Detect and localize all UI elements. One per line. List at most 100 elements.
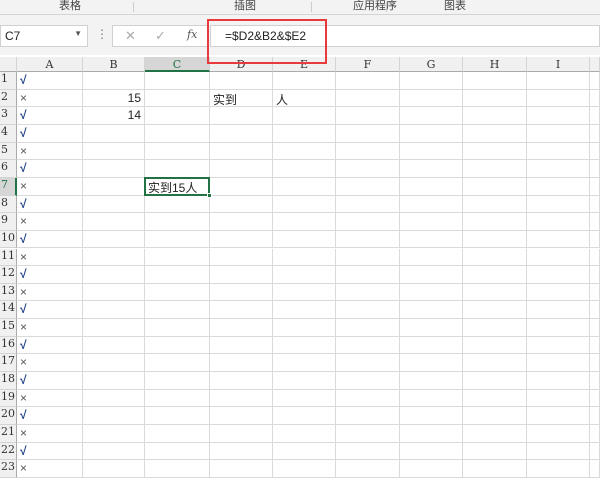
cell-E14[interactable]: [273, 301, 336, 320]
cell-H19[interactable]: [463, 389, 527, 408]
column-header-B[interactable]: B: [83, 57, 145, 72]
cell-G16[interactable]: [400, 336, 463, 355]
cell-F10[interactable]: [336, 230, 400, 249]
cell-H3[interactable]: [463, 107, 527, 125]
cell-partial[interactable]: [590, 160, 600, 178]
cell-E8[interactable]: [273, 195, 336, 214]
cell-I17[interactable]: [527, 354, 590, 373]
cell-D3[interactable]: [210, 107, 273, 125]
cell-H4[interactable]: [463, 124, 527, 143]
cell-B20[interactable]: [83, 407, 145, 425]
cancel-icon[interactable]: ✕: [125, 28, 136, 44]
enter-icon[interactable]: ✓: [155, 28, 166, 44]
cell-E13[interactable]: [273, 283, 336, 302]
cell-E23[interactable]: [273, 460, 336, 478]
cell-partial[interactable]: [590, 372, 600, 390]
cell-A11[interactable]: ×: [17, 248, 83, 267]
cell-E4[interactable]: [273, 124, 336, 143]
cell-H1[interactable]: [463, 72, 527, 90]
cell-H21[interactable]: [463, 425, 527, 443]
cell-B5[interactable]: [83, 142, 145, 161]
cell-H16[interactable]: [463, 336, 527, 355]
row-header-5[interactable]: 5: [0, 142, 17, 161]
cell-F7[interactable]: [336, 177, 400, 196]
row-header-18[interactable]: 18: [0, 372, 17, 390]
cell-C9[interactable]: [145, 213, 210, 231]
cell-D22[interactable]: [210, 442, 273, 461]
cell-partial[interactable]: [590, 213, 600, 231]
cell-G20[interactable]: [400, 407, 463, 425]
cell-G22[interactable]: [400, 442, 463, 461]
cell-I9[interactable]: [527, 213, 590, 231]
cell-D20[interactable]: [210, 407, 273, 425]
cell-I13[interactable]: [527, 283, 590, 302]
select-all-corner[interactable]: [0, 57, 17, 72]
cell-B13[interactable]: [83, 283, 145, 302]
cell-F22[interactable]: [336, 442, 400, 461]
cell-B4[interactable]: [83, 124, 145, 143]
cell-F18[interactable]: [336, 372, 400, 390]
cell-C1[interactable]: [145, 72, 210, 90]
column-header-C[interactable]: C: [145, 57, 210, 72]
cell-E18[interactable]: [273, 372, 336, 390]
cell-B18[interactable]: [83, 372, 145, 390]
cell-F21[interactable]: [336, 425, 400, 443]
cell-G14[interactable]: [400, 301, 463, 320]
cell-partial[interactable]: [590, 266, 600, 284]
cell-partial[interactable]: [590, 407, 600, 425]
cell-H11[interactable]: [463, 248, 527, 267]
cell-C13[interactable]: [145, 283, 210, 302]
cell-I18[interactable]: [527, 372, 590, 390]
cell-F11[interactable]: [336, 248, 400, 267]
chevron-down-icon[interactable]: ▼: [74, 29, 82, 38]
cell-I19[interactable]: [527, 389, 590, 408]
cell-F5[interactable]: [336, 142, 400, 161]
row-header-11[interactable]: 11: [0, 248, 17, 267]
cell-I1[interactable]: [527, 72, 590, 90]
cell-I23[interactable]: [527, 460, 590, 478]
cell-C19[interactable]: [145, 389, 210, 408]
column-header-H[interactable]: H: [463, 57, 527, 72]
cell-D21[interactable]: [210, 425, 273, 443]
cell-A3[interactable]: √: [17, 107, 83, 125]
cell-G8[interactable]: [400, 195, 463, 214]
cell-E11[interactable]: [273, 248, 336, 267]
cell-I2[interactable]: [527, 89, 590, 108]
row-header-6[interactable]: 6: [0, 160, 17, 178]
cell-A15[interactable]: ×: [17, 319, 83, 337]
cell-F12[interactable]: [336, 266, 400, 284]
cell-D15[interactable]: [210, 319, 273, 337]
row-header-23[interactable]: 23: [0, 460, 17, 478]
cell-B11[interactable]: [83, 248, 145, 267]
cell-C16[interactable]: [145, 336, 210, 355]
cell-A1[interactable]: √: [17, 72, 83, 90]
cell-D14[interactable]: [210, 301, 273, 320]
cell-F17[interactable]: [336, 354, 400, 373]
cell-H23[interactable]: [463, 460, 527, 478]
cell-C10[interactable]: [145, 230, 210, 249]
cell-D9[interactable]: [210, 213, 273, 231]
cell-partial[interactable]: [590, 72, 600, 90]
cell-G18[interactable]: [400, 372, 463, 390]
cell-C18[interactable]: [145, 372, 210, 390]
cell-A4[interactable]: √: [17, 124, 83, 143]
more-options-icon[interactable]: ⋮: [96, 27, 108, 41]
column-header-I[interactable]: I: [527, 57, 590, 72]
cell-B3[interactable]: 14: [83, 107, 145, 125]
cell-C5[interactable]: [145, 142, 210, 161]
cell-H5[interactable]: [463, 142, 527, 161]
cell-partial[interactable]: [590, 89, 600, 108]
cell-E5[interactable]: [273, 142, 336, 161]
row-header-13[interactable]: 13: [0, 283, 17, 302]
cell-B14[interactable]: [83, 301, 145, 320]
cell-H6[interactable]: [463, 160, 527, 178]
row-header-21[interactable]: 21: [0, 425, 17, 443]
row-header-10[interactable]: 10: [0, 230, 17, 249]
cell-F3[interactable]: [336, 107, 400, 125]
cell-F9[interactable]: [336, 213, 400, 231]
cell-C21[interactable]: [145, 425, 210, 443]
cell-I8[interactable]: [527, 195, 590, 214]
cell-E9[interactable]: [273, 213, 336, 231]
cell-G19[interactable]: [400, 389, 463, 408]
cell-C4[interactable]: [145, 124, 210, 143]
